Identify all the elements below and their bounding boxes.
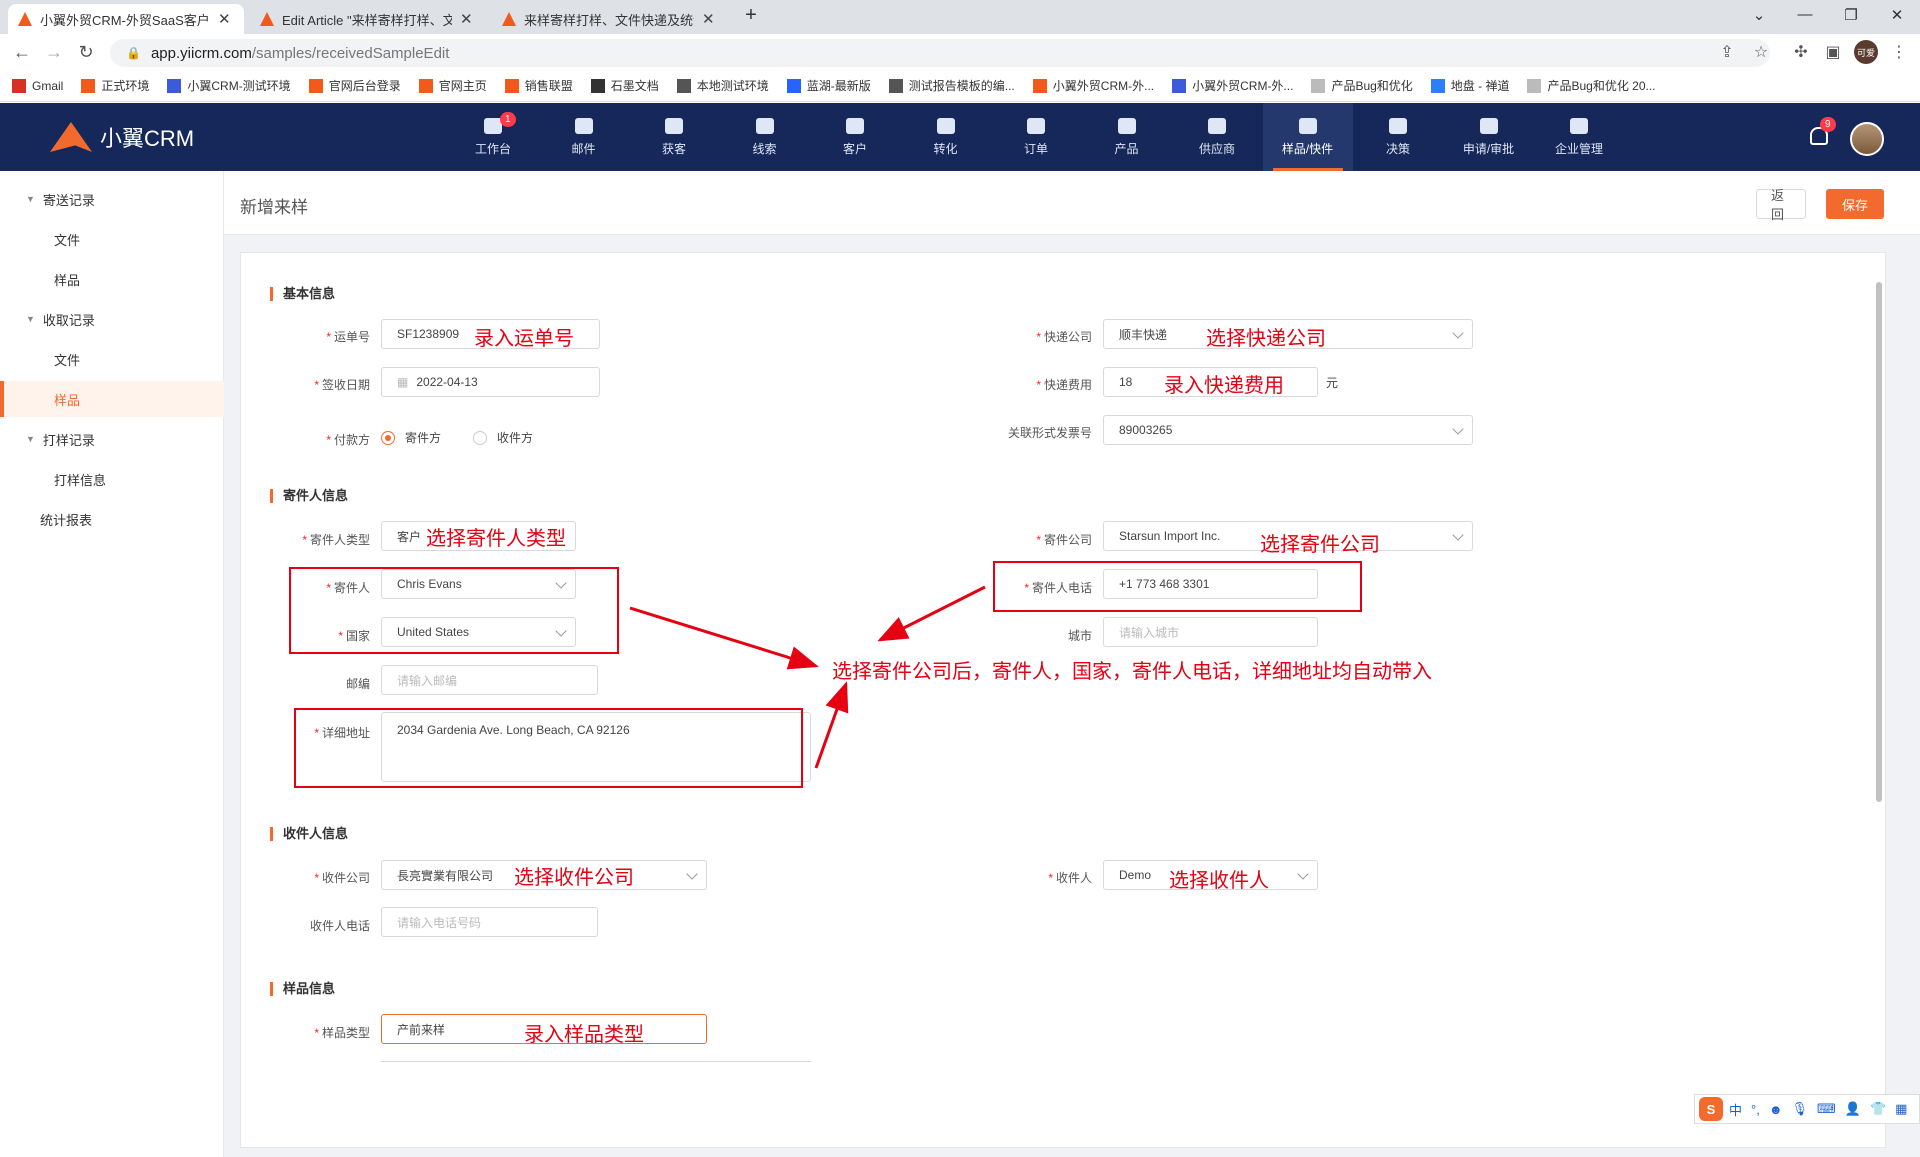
chevron-down-icon: [686, 868, 698, 880]
receiver-person-value: Demo: [1119, 868, 1152, 882]
arrow-from-sender-box: [629, 606, 819, 670]
shirt-icon[interactable]: 👕: [1870, 1101, 1886, 1117]
next-field-edge: [381, 1061, 811, 1065]
sample-type-value: 产前来样: [397, 1022, 446, 1037]
section-sample-info: 样品信息: [270, 982, 335, 996]
sample-type-label: * 样品类型: [314, 1026, 370, 1040]
annotation-receiver-person: 选择收件人: [1169, 870, 1269, 892]
ime-toolbar[interactable]: S 中 °, ☻ 🎙 ⌨ 👤 👕 ▦: [1694, 1094, 1920, 1124]
receiver-person-label: * 收件人: [1048, 871, 1092, 885]
annotation-sample-type: 录入样品类型: [524, 1024, 644, 1046]
ime-punct[interactable]: °,: [1751, 1102, 1760, 1117]
microphone-icon[interactable]: 🎙: [1792, 1101, 1809, 1117]
arrow-from-address-box: [814, 681, 849, 769]
chevron-down-icon: [1297, 868, 1309, 880]
emoji-icon[interactable]: ☻: [1769, 1102, 1783, 1117]
user-icon[interactable]: 👤: [1845, 1101, 1861, 1117]
receiver-phone-label: 收件人电话: [309, 919, 370, 933]
receiver-company-label: * 收件公司: [314, 871, 370, 885]
grid-icon[interactable]: ▦: [1895, 1101, 1907, 1117]
annotation-auto-fill: 选择寄件公司后，寄件人，国家，寄件人电话，详细地址均自动带入: [832, 661, 1432, 683]
ime-mode[interactable]: 中: [1729, 1100, 1742, 1119]
receiver-phone-input[interactable]: 请输入电话号码: [381, 907, 598, 937]
arrow-from-phone-box: [877, 585, 986, 642]
sogou-icon: S: [1699, 1097, 1723, 1121]
keyboard-icon[interactable]: ⌨: [1817, 1101, 1836, 1117]
receiver-company-value: 長亮實業有限公司: [397, 868, 494, 883]
section-receiver-info: 收件人信息: [270, 827, 348, 841]
annotation-receiver-company: 选择收件公司: [514, 867, 634, 889]
